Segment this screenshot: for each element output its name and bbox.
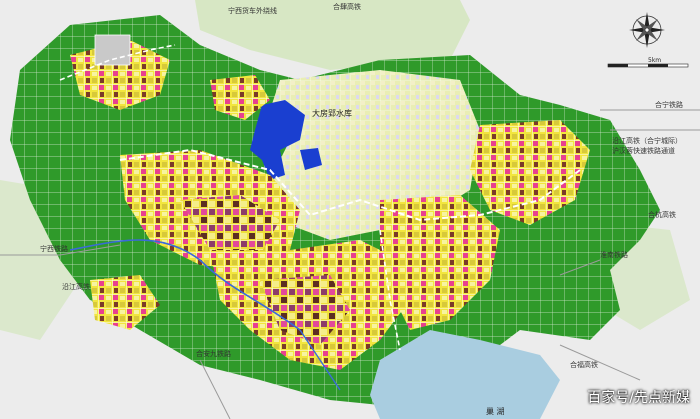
label-railway-hehang: 合杭高铁 [648,211,676,219]
map-canvas [0,0,700,419]
watermark: 百家号/先点新媒 [587,390,690,406]
label-railway-hening: 合宁铁路 [655,101,683,109]
airport-area [94,34,131,66]
label-railway-yanjiang: 沿江高铁（合宁城际） [612,137,682,145]
label-railway-ningxi: 宁西铁路 [40,245,68,253]
label-railway-heanjiu: 合安九铁路 [196,350,231,358]
label-reservoir: 大房郢水库 [312,109,352,118]
label-railway-top: 宁西货车外绕线 [228,7,277,15]
label-railway-huainan: 淮南铁路 [600,251,628,259]
label-railway-hefu: 合福高铁 [570,361,598,369]
label-railway-top-right: 合肆高铁 [333,3,361,11]
label-railway-huhanrong: 沪汉蓉快速铁路通道 [612,147,675,155]
label-railway-yanjiang-left: 沿江高铁 [62,283,90,291]
land-use-map: 宁西货车外绕线 合肆高铁 大房郢水库 合宁铁路 沿江高铁（合宁城际） 沪汉蓉快速… [0,0,700,419]
scale-bar-label: 5km [648,57,662,64]
scale-bar [607,63,689,68]
label-lake: 巢 湖 [486,407,505,416]
